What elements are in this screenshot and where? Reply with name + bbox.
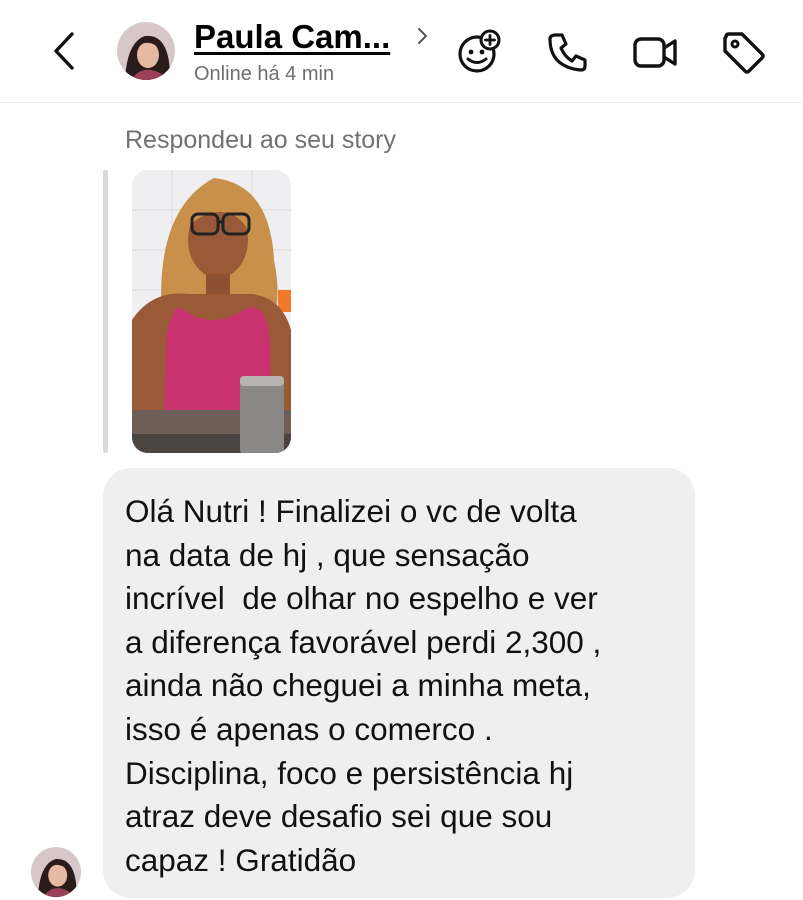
contact-name[interactable]: Paula Cam...	[194, 18, 390, 56]
phone-icon	[548, 33, 587, 72]
message-bubble[interactable]: Olá Nutri ! Finalizei o vc de volta na d…	[103, 468, 695, 898]
tag-button[interactable]	[719, 28, 767, 76]
message-line: incrível de olhar no espelho e ver	[125, 580, 598, 617]
sender-avatar[interactable]	[31, 847, 81, 897]
chevron-right-icon	[418, 28, 427, 44]
message-line: Disciplina, foco e persistência hj	[125, 754, 574, 791]
reply-quote-bar	[103, 170, 108, 453]
online-status: Online há 4 min	[194, 63, 335, 85]
profile-chevron-button[interactable]	[416, 26, 430, 46]
sticker-button[interactable]	[455, 28, 503, 76]
tag-icon	[723, 32, 765, 74]
message-line: Olá Nutri ! Finalizei o vc de volta	[125, 493, 577, 529]
back-chevron-icon	[54, 32, 74, 70]
message-line: capaz ! Gratidão	[125, 841, 357, 878]
message-line: atraz deve desafio sei que sou	[125, 798, 553, 835]
sticker-add-icon	[458, 29, 501, 73]
message-text: Olá Nutri ! Finalizei o vc de volta na d…	[125, 490, 685, 882]
message-line: na data de hj , que sensação	[125, 536, 530, 573]
video-call-button[interactable]	[631, 28, 679, 76]
story-thumbnail[interactable]	[132, 170, 291, 453]
contact-avatar[interactable]	[117, 22, 175, 80]
message-line: a diferença favorável perdi 2,300 ,	[125, 623, 602, 660]
chat-header: Paula Cam... Online há 4 min	[0, 0, 803, 103]
message-line: ainda não cheguei a minha meta,	[125, 667, 591, 704]
back-button[interactable]	[46, 28, 86, 74]
message-line: isso é apenas o comerco .	[125, 710, 493, 747]
story-reply-label: Respondeu ao seu story	[125, 126, 397, 154]
video-camera-icon	[633, 37, 677, 68]
voice-call-button[interactable]	[544, 28, 592, 76]
